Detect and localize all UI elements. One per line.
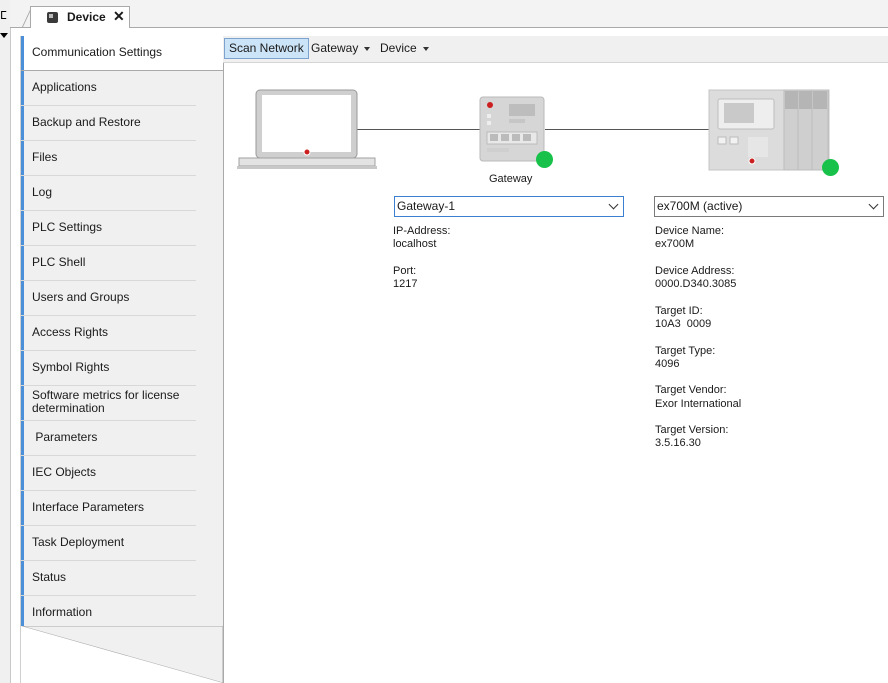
item-accent [21,71,24,105]
ip-address-value: localhost [393,238,437,250]
device-menu-label: Device [380,41,417,55]
item-accent [21,211,24,245]
device-name-label: Device Name: [655,225,725,237]
sidebar-fold [21,626,223,683]
item-accent [21,596,24,630]
sidebar-item-interface-parameters[interactable]: Interface Parameters [21,491,196,526]
item-accent [21,106,24,140]
sidebar-item-access-rights[interactable]: Access Rights [21,316,196,351]
sidebar-item-plc-settings[interactable]: PLC Settings [21,211,196,246]
sidebar-item-users-and-groups[interactable]: Users and Groups [21,281,196,316]
target-vendor-value: Exor International [655,398,742,410]
collapse-icon[interactable]: ⵎ [0,9,7,22]
gateway-select[interactable]: Gateway-1 [394,196,624,217]
sidebar-item-log[interactable]: Log [21,176,196,211]
item-accent [21,351,24,385]
sidebar-item-label: PLC Shell [32,255,86,269]
sidebar-item-label: Task Deployment [32,535,125,549]
sidebar-item-plc-shell[interactable]: PLC Shell [21,246,196,281]
item-accent [21,246,24,280]
sidebar-item-backup-and-restore[interactable]: Backup and Restore [21,106,196,141]
gateway-icon[interactable] [479,96,547,162]
sidebar-item-label: Status [32,570,67,584]
sidebar-item-files[interactable]: Files [21,141,196,176]
item-accent [21,526,24,560]
tab-device[interactable]: Device ✕ [30,6,130,28]
gateway-menu[interactable]: Gateway [307,38,374,58]
sidebar-item-task-deployment[interactable]: Task Deployment [21,526,196,561]
sidebar-item-label: Applications [32,80,97,94]
computer-icon[interactable] [236,89,378,171]
gateway-menu-label: Gateway [311,41,359,55]
target-type-value: 4096 [655,358,680,370]
dropdown-arrow-icon[interactable] [0,33,8,38]
sidebar-item-label: PLC Settings [32,220,103,234]
target-id-label: Target ID: [655,305,703,317]
target-type-label: Target Type: [655,345,716,357]
tab-title: Device [67,10,106,24]
connection-line [545,129,710,130]
device-name-value: ex700M [655,238,695,250]
device-address-value: 0000.D340.3085 [655,278,737,290]
target-version-value: 3.5.16.30 [655,437,701,449]
item-accent [21,281,24,315]
gateway-select-value: Gateway-1 [397,199,456,213]
item-accent [21,421,24,455]
item-accent [21,141,24,175]
close-icon[interactable]: ✕ [113,8,125,25]
sidebar-item-label: Access Rights [32,325,109,339]
device-status-indicator [822,159,839,176]
item-accent [21,456,24,490]
toolbar: Scan Network Gateway Device [223,36,888,63]
sidebar: Communication Settings Applications Back… [20,36,224,683]
item-accent [21,491,24,525]
sidebar-item-label: Communication Settings [32,45,163,59]
left-strip: ⵎ [0,0,11,683]
device-select[interactable]: ex700M (active) [654,196,884,217]
chevron-down-icon [868,199,879,210]
editor-tab-strip: Device ✕ [10,0,888,28]
sidebar-item-label: Files [32,150,58,164]
sidebar-item-label: Symbol Rights [32,360,110,374]
sidebar-item-iec-objects[interactable]: IEC Objects [21,456,196,491]
caret-down-icon [422,46,429,51]
ip-address-label: IP-Address: [393,225,451,237]
sidebar-item-label: Backup and Restore [32,115,141,129]
sidebar-item-software-metrics[interactable]: Software metrics for license determinati… [21,386,196,421]
sidebar-item-parameters[interactable]: Parameters [21,421,196,456]
port-value: 1217 [393,278,418,290]
port-label: Port: [393,265,417,277]
target-id-value: 10A3 0009 [655,318,712,330]
sidebar-item-applications[interactable]: Applications [21,71,196,106]
sidebar-item-label: Software metrics for license determinati… [32,388,180,415]
item-accent [21,561,24,595]
sidebar-item-label: Information [32,605,93,619]
target-vendor-label: Target Vendor: [655,384,727,396]
sidebar-item-label: Log [32,185,53,199]
sidebar-item-label: Interface Parameters [32,500,145,514]
sidebar-item-label: IEC Objects [32,465,97,479]
sidebar-item-label: Users and Groups [32,290,130,304]
sidebar-item-communication-settings[interactable]: Communication Settings [21,36,223,71]
item-accent [21,176,24,210]
gateway-status-indicator [536,151,553,168]
item-accent [21,316,24,350]
selection-indicator [21,36,24,70]
scan-network-button[interactable]: Scan Network [224,38,309,59]
plc-device-icon[interactable] [708,89,832,171]
gateway-caption: Gateway [489,173,533,185]
sidebar-item-symbol-rights[interactable]: Symbol Rights [21,351,196,386]
sidebar-item-label: Parameters [32,430,98,444]
device-address-label: Device Address: [655,265,735,277]
caret-down-icon [364,46,371,51]
device-select-value: ex700M (active) [657,199,743,213]
sidebar-item-status[interactable]: Status [21,561,196,596]
item-accent [21,386,24,420]
device-menu[interactable]: Device [376,38,433,58]
target-version-label: Target Version: [655,424,729,436]
device-icon [47,12,58,23]
chevron-down-icon [608,199,619,210]
